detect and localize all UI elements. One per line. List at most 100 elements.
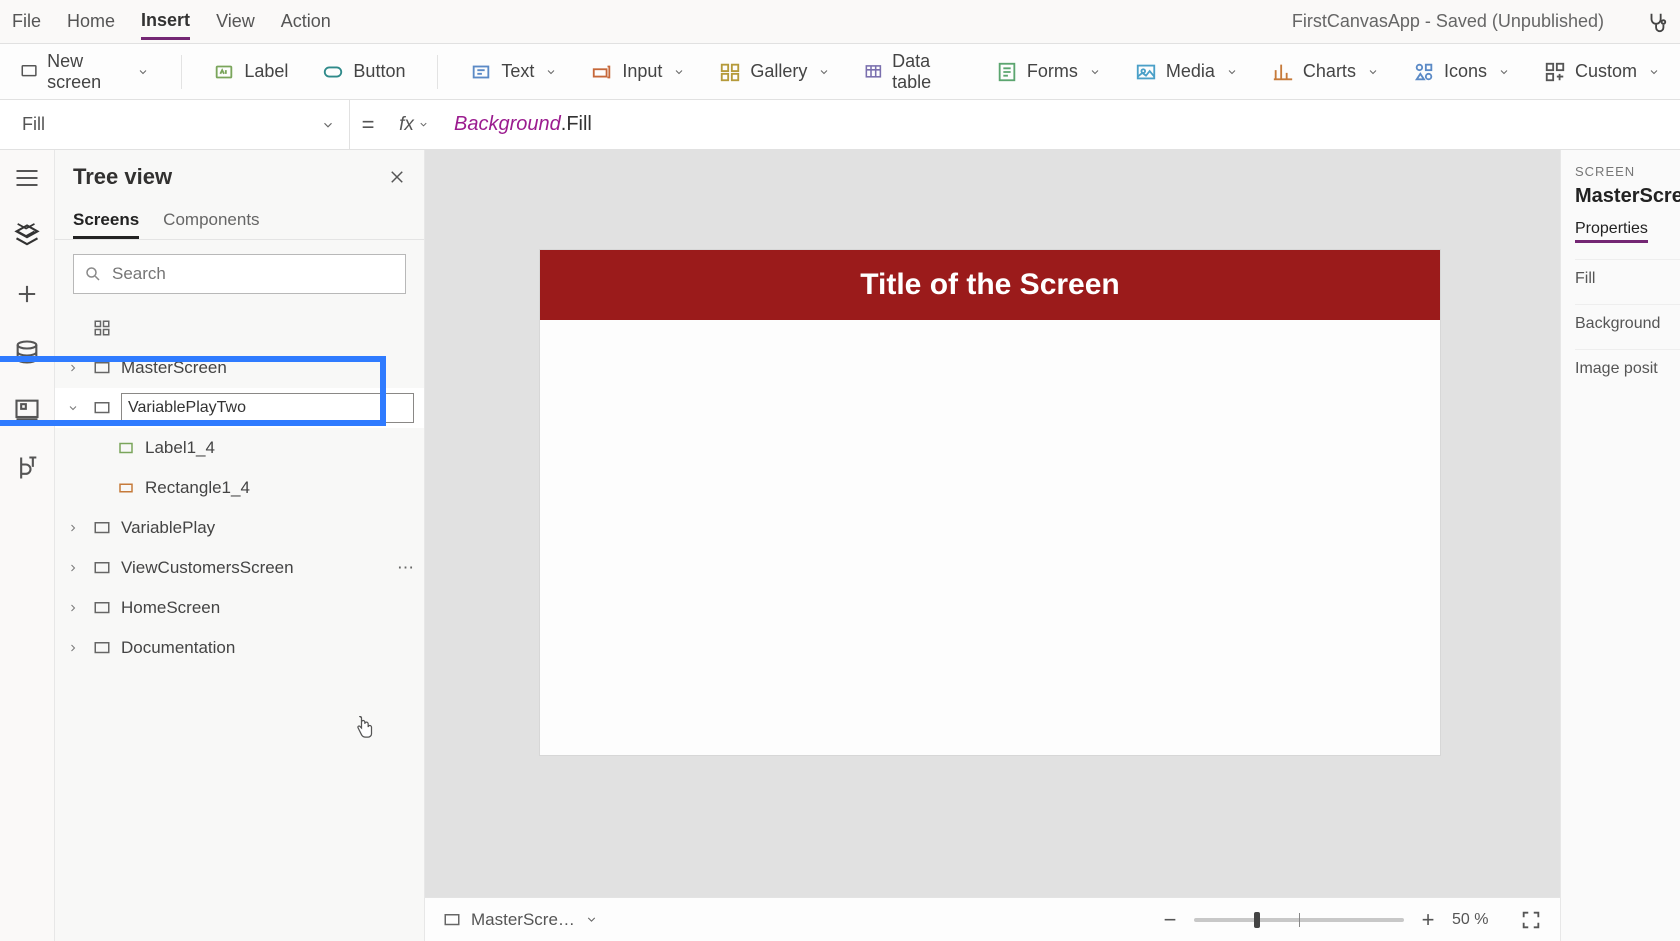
- menu-insert[interactable]: Insert: [141, 4, 190, 40]
- icons-label: Icons: [1444, 61, 1487, 82]
- input-button[interactable]: Input: [585, 57, 691, 87]
- forms-button[interactable]: Forms: [990, 57, 1107, 87]
- canvas-screen[interactable]: Title of the Screen: [540, 250, 1440, 755]
- selection-dropdown[interactable]: MasterScre…: [443, 910, 598, 930]
- tree-node-variableplay[interactable]: VariablePlay: [55, 508, 424, 548]
- tree-node-label: Rectangle1_4: [145, 478, 250, 498]
- rename-input[interactable]: [121, 393, 414, 423]
- search-input[interactable]: [112, 264, 395, 284]
- insert-icon[interactable]: [13, 280, 41, 308]
- chevron-down-icon: [1226, 66, 1238, 78]
- tree-node-homescreen[interactable]: HomeScreen: [55, 588, 424, 628]
- tree-view-icon[interactable]: [13, 222, 41, 250]
- charts-button[interactable]: Charts: [1266, 57, 1385, 87]
- tree-node-label: Label1_4: [145, 438, 215, 458]
- tree-view-panel: Tree view Screens Components MasterScree…: [55, 150, 425, 941]
- zoom-slider-thumb[interactable]: [1254, 912, 1260, 928]
- custom-icon: [1544, 61, 1566, 83]
- equals-sign: =: [350, 112, 386, 138]
- close-icon[interactable]: [388, 168, 406, 186]
- menu-bar: File Home Insert View Action FirstCanvas…: [0, 0, 1680, 44]
- fx-button[interactable]: fx: [386, 114, 442, 136]
- tree-node-rectangle1-4[interactable]: Rectangle1_4: [55, 468, 424, 508]
- chevron-right-icon[interactable]: [63, 642, 83, 654]
- hamburger-icon[interactable]: [13, 164, 41, 192]
- tab-components[interactable]: Components: [163, 204, 259, 239]
- property-selector-value: Fill: [22, 114, 45, 135]
- menu-file[interactable]: File: [12, 5, 41, 38]
- chevron-down-icon[interactable]: [63, 402, 83, 414]
- zoom-controls: − + 50 %: [1160, 907, 1542, 933]
- chevron-right-icon[interactable]: [63, 362, 83, 374]
- data-icon[interactable]: [13, 338, 41, 366]
- left-rail: [0, 150, 55, 941]
- media-button[interactable]: Media: [1129, 57, 1244, 87]
- button-label: Button: [353, 61, 405, 82]
- label-icon: [213, 61, 235, 83]
- label-icon: [115, 439, 137, 457]
- tab-screens[interactable]: Screens: [73, 204, 139, 239]
- tree-node-app[interactable]: [55, 308, 424, 348]
- formula-input[interactable]: Background.Fill: [442, 113, 1680, 136]
- new-screen-button[interactable]: New screen: [14, 47, 155, 97]
- screen-icon: [443, 911, 461, 929]
- fit-to-screen-icon[interactable]: [1520, 909, 1542, 931]
- chevron-down-icon: [585, 913, 598, 926]
- forms-label: Forms: [1027, 61, 1078, 82]
- chevron-down-icon: [1089, 66, 1101, 78]
- text-label: Text: [501, 61, 534, 82]
- property-row-fill[interactable]: Fill: [1575, 259, 1680, 298]
- new-screen-label: New screen: [47, 51, 125, 93]
- chevron-right-icon[interactable]: [63, 602, 83, 614]
- label-label: Label: [244, 61, 288, 82]
- menu-home[interactable]: Home: [67, 5, 115, 38]
- properties-tab[interactable]: Properties: [1575, 220, 1648, 243]
- property-row-image-position[interactable]: Image posit: [1575, 349, 1680, 388]
- chevron-down-icon: [818, 66, 830, 78]
- app-checker-icon[interactable]: [1646, 11, 1668, 33]
- custom-button[interactable]: Custom: [1538, 57, 1666, 87]
- input-label: Input: [622, 61, 662, 82]
- charts-label: Charts: [1303, 61, 1356, 82]
- zoom-in-button[interactable]: +: [1418, 907, 1438, 933]
- media-label: Media: [1166, 61, 1215, 82]
- data-table-button[interactable]: Data table: [858, 47, 967, 97]
- tree-node-documentation[interactable]: Documentation: [55, 628, 424, 668]
- icons-button[interactable]: Icons: [1407, 57, 1516, 87]
- media-pane-icon[interactable]: [13, 396, 41, 424]
- tree-node-rename[interactable]: [55, 388, 424, 428]
- tree-node-label1-4[interactable]: Label1_4: [55, 428, 424, 468]
- tree-node-viewcustomersscreen[interactable]: ViewCustomersScreen ⋯: [55, 548, 424, 588]
- advanced-tools-icon[interactable]: [13, 454, 41, 482]
- zoom-slider[interactable]: [1194, 918, 1404, 922]
- more-icon[interactable]: ⋯: [397, 558, 414, 578]
- canvas-area[interactable]: Title of the Screen MasterScre… − + 50 %: [425, 150, 1560, 941]
- search-icon: [84, 265, 102, 283]
- screen-title-banner[interactable]: Title of the Screen: [540, 250, 1440, 320]
- menu-view[interactable]: View: [216, 5, 255, 38]
- app-title: FirstCanvasApp - Saved (Unpublished): [1292, 11, 1604, 32]
- properties-control-name: MasterScre: [1575, 185, 1680, 208]
- rectangle-icon: [115, 479, 137, 497]
- screen-icon: [91, 559, 113, 577]
- property-selector[interactable]: Fill: [0, 100, 350, 149]
- chevron-right-icon[interactable]: [63, 562, 83, 574]
- properties-pane: SCREEN MasterScre Properties Fill Backgr…: [1560, 150, 1680, 941]
- properties-caption: SCREEN: [1575, 164, 1680, 179]
- search-box[interactable]: [73, 254, 406, 294]
- label-button[interactable]: Label: [207, 57, 294, 87]
- screen-icon: [91, 599, 113, 617]
- text-button[interactable]: Text: [464, 57, 563, 87]
- gallery-button[interactable]: Gallery: [713, 57, 836, 87]
- chevron-down-icon: [673, 66, 685, 78]
- property-row-background[interactable]: Background: [1575, 304, 1680, 343]
- zoom-out-button[interactable]: −: [1160, 907, 1180, 933]
- menu-action[interactable]: Action: [281, 5, 331, 38]
- custom-label: Custom: [1575, 61, 1637, 82]
- button-button[interactable]: Button: [316, 57, 411, 87]
- screen-icon: [91, 519, 113, 537]
- tree-node-masterscreen[interactable]: MasterScreen: [55, 348, 424, 388]
- chevron-down-icon: [137, 66, 149, 78]
- chevron-right-icon[interactable]: [63, 522, 83, 534]
- main-area: Tree view Screens Components MasterScree…: [0, 150, 1680, 941]
